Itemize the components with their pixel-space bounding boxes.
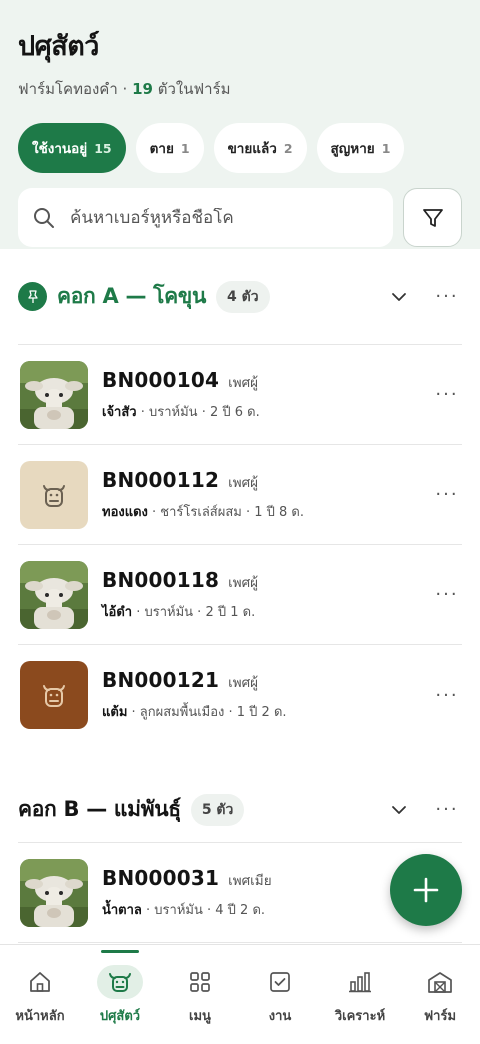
animal-nickname: ทองแดง [102,504,148,520]
ear-tag: BN000112 [102,467,220,492]
filter-chip-count: 1 [180,140,190,156]
group-count-badge: 5 ตัว [190,793,245,826]
filter-chip-lost[interactable]: สูญหาย 1 [316,123,405,173]
nav-item-menu[interactable]: เมนู [160,945,240,1044]
animal-details: · ลูกผสมพื้นเมือง · 1 ปี 2 ด. [127,705,287,720]
ear-tag: BN000118 [102,567,220,592]
animal-details: · บราห์มัน · 2 ปี 1 ด. [132,604,256,620]
group-header[interactable]: คอก A — โคขุน 4 ตัว ··· [18,249,462,345]
cow-placeholder [20,661,88,729]
group-count-badge: 4 ตัว [216,280,270,313]
animal-info: BN000112 เพศผู้ ทองแดง · ชาร์โรเล่ส์ผสม … [102,468,432,522]
animal-row[interactable]: BN000121 เพศผู้ แต้ม · ลูกผสมพื้นเมือง ·… [18,645,462,745]
status-filter-chips: ใช้งานอยู่ 15 ตาย 1 ขายแล้ว 2 สูญหาย 1 [18,123,462,173]
animal-count-suffix: ตัวในฟาร์ม [157,80,231,98]
bottom-nav: หน้าหลัก ปศุสัตว์ เมนู งาน วิเคราะห์ ฟาร… [0,944,480,1044]
animal-row[interactable]: BN000104 เพศผู้ เจ้าสัว · บราห์มัน · 2 ป… [18,345,462,445]
animal-details: · บราห์มัน · 2 ปี 6 ด. [136,404,260,420]
page-header: ปศุสัตว์ ฟาร์มโคทองคำ · 19 ตัวในฟาร์ม ใช… [0,0,480,249]
animal-info: BN000118 เพศผู้ ไอ้ดำ · บราห์มัน · 2 ปี … [102,568,432,622]
animal-info: BN000121 เพศผู้ แต้ม · ลูกผสมพื้นเมือง ·… [102,668,432,722]
animal-count: 19 [132,80,153,98]
group-title: คอก B — แม่พันธุ์ [18,797,181,821]
filter-chip-active[interactable]: ใช้งานอยู่ 15 [18,123,126,173]
filter-chip-count: 15 [94,140,112,156]
plus-icon [413,877,439,903]
cow-face-icon [43,484,65,507]
filter-chip-sold[interactable]: ขายแล้ว 2 [213,123,307,173]
nav-label: วิเคราะห์ [334,1009,386,1024]
chevron-down-icon[interactable] [384,282,414,312]
animal-row[interactable]: BN000112 เพศผู้ ทองแดง · ชาร์โรเล่ส์ผสม … [18,445,462,545]
animal-row[interactable]: BN000118 เพศผู้ ไอ้ดำ · บราห์มัน · 2 ปี … [18,545,462,645]
sex-label: เพศผู้ [228,374,259,391]
cow-placeholder [20,460,88,529]
nav-item-livestock[interactable]: ปศุสัตว์ [80,945,160,1044]
pen-group-a: คอก A — โคขุน 4 ตัว ··· BN000104 เพศผู้ … [0,249,480,745]
ear-tag: BN000121 [102,668,220,692]
nav-item-farm[interactable]: ฟาร์ม [400,945,480,1044]
grid-icon [177,965,223,999]
ear-tag: BN000031 [102,865,220,890]
filter-chip-dead[interactable]: ตาย 1 [135,123,204,173]
cow-face-icon [43,685,65,707]
search-box[interactable] [18,188,393,247]
sex-label: เพศผู้ [228,574,259,591]
animal-info: BN000104 เพศผู้ เจ้าสัว · บราห์มัน · 2 ป… [102,368,432,422]
add-animal-button[interactable] [390,854,462,926]
sex-label: เพศผู้ [228,474,259,491]
nav-label: งาน [268,1009,292,1024]
animal-nickname: ไอ้ดำ [102,604,133,620]
filter-chip-count: 2 [283,140,293,156]
animal-nickname: เจ้าสัว [102,404,137,420]
filter-chip-label: ใช้งานอยู่ [32,141,88,157]
group-title: คอก A — โคขุน [57,284,206,308]
filter-chip-label: ขายแล้ว [227,141,277,157]
more-options-icon[interactable]: ··· [432,380,462,410]
chevron-down-icon[interactable] [384,795,414,825]
search-input[interactable] [70,207,370,228]
more-options-icon[interactable]: ··· [432,480,462,510]
barn-icon [417,965,463,999]
search-row [18,188,462,247]
nav-item-analytics[interactable]: วิเคราะห์ [320,945,400,1044]
sex-label: เพศเมีย [228,872,272,889]
cow-photo [20,560,88,629]
nav-label: เมนู [189,1009,211,1024]
more-options-icon[interactable]: ··· [432,580,462,610]
cow-photo [20,858,88,927]
funnel-icon [422,208,443,227]
farm-subtitle: ฟาร์มโคทองคำ · 19 ตัวในฟาร์ม [18,77,462,101]
filter-chip-label: ตาย [149,141,174,157]
bar-chart-icon [337,965,383,999]
page-title: ปศุสัตว์ [18,31,99,62]
animal-details: · ชาร์โรเล่ส์ผสม · 1 ปี 8 ด. [147,504,305,520]
pin-icon [18,282,47,311]
nav-item-home[interactable]: หน้าหลัก [0,945,80,1044]
more-options-icon[interactable]: ··· [432,680,462,710]
group-header[interactable]: คอก B — แม่พันธุ์ 5 ตัว ··· [18,777,462,843]
animal-nickname: แต้ม [102,705,128,720]
animal-nickname: น้ำตาล [102,902,142,918]
nav-label: ฟาร์ม [423,1009,457,1024]
cow-icon [97,965,143,999]
nav-label: ปศุสัตว์ [99,1009,141,1024]
sex-label: เพศผู้ [228,675,259,691]
cow-photo [20,360,88,429]
search-icon [34,207,54,228]
home-icon [17,965,63,999]
filter-chip-count: 1 [381,140,391,156]
animal-details: · บราห์มัน · 4 ปี 2 ด. [141,902,266,918]
filter-chip-label: สูญหาย [330,141,375,157]
task-check-icon [257,965,303,999]
nav-label: หน้าหลัก [15,1009,65,1024]
more-options-icon[interactable]: ··· [432,795,462,825]
farm-name: ฟาร์มโคทองคำ · [18,80,128,98]
ear-tag: BN000104 [102,367,220,392]
more-options-icon[interactable]: ··· [432,282,462,312]
filter-button[interactable] [403,188,462,247]
nav-item-tasks[interactable]: งาน [240,945,320,1044]
